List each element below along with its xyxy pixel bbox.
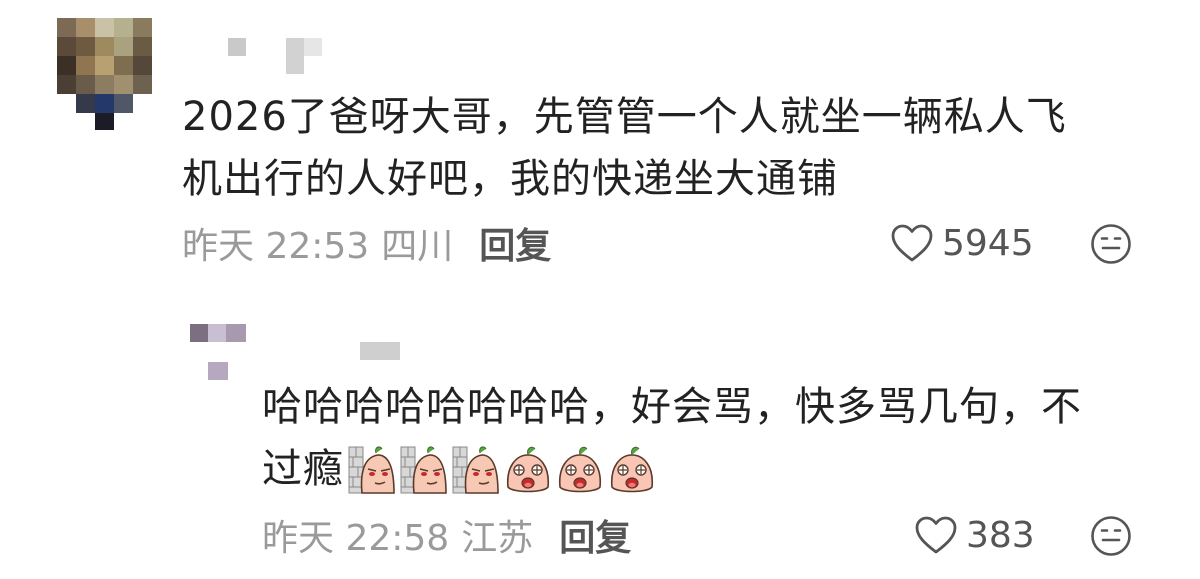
avatar-pixel: [114, 37, 133, 56]
reply-button[interactable]: 回复: [479, 217, 551, 269]
smirk-wall-sticker: [400, 446, 447, 494]
smirk-wall-sticker: [348, 446, 395, 494]
avatar-pixel: [95, 94, 114, 113]
redacted-pixel: [304, 38, 322, 56]
avatar[interactable]: [57, 18, 153, 130]
avatar-pixel: [133, 37, 152, 56]
avatar-pixel: [133, 18, 152, 37]
redacted-pixel: [286, 38, 304, 74]
avatar-pixel: [76, 56, 95, 75]
like-button[interactable]: 5945: [890, 218, 1034, 268]
avatar-pixel: [95, 75, 114, 94]
reply-text: 哈哈哈哈哈哈哈哈，好会骂，快多骂几句，不 过瘾: [262, 376, 1082, 500]
like-button[interactable]: 383: [914, 510, 1035, 560]
avatar-pixel: [76, 75, 95, 94]
redacted-pixel: [208, 362, 228, 380]
sticker-row: [348, 443, 660, 495]
avatar-pixel: [133, 94, 152, 113]
comment-time: 昨天 22:58: [262, 518, 450, 559]
avatar-pixel: [57, 94, 76, 113]
avatar-pixel: [114, 94, 133, 113]
avatar-pixel: [95, 113, 114, 130]
smirk-wall-sticker: [452, 446, 499, 494]
avatar-pixel: [76, 18, 95, 37]
redacted-pixel: [190, 324, 208, 342]
surprised-peach-sticker: [610, 446, 654, 493]
emoji-react-button[interactable]: [1090, 515, 1132, 561]
reply-text-line-with-stickers: 过瘾: [262, 438, 1082, 500]
redacted-pixel: [226, 324, 246, 342]
neutral-face-icon: [1091, 516, 1131, 556]
avatar-pixel: [114, 18, 133, 37]
avatar-pixel: [133, 75, 152, 94]
surprised-peach-sticker: [506, 446, 550, 493]
avatar-pixel: [57, 18, 76, 37]
like-count: 5945: [942, 222, 1034, 264]
avatar-pixel: [133, 56, 152, 75]
redacted-pixel: [360, 342, 400, 360]
avatar-pixel: [95, 37, 114, 56]
emoji-react-button[interactable]: [1090, 223, 1132, 269]
reply-button[interactable]: 回复: [559, 509, 631, 561]
avatar-pixel: [57, 56, 76, 75]
avatar-pixel: [95, 56, 114, 75]
surprised-peach-sticker: [558, 446, 602, 493]
avatar-pixel: [114, 75, 133, 94]
avatar-pixel: [76, 94, 95, 113]
redacted-pixel: [228, 38, 246, 56]
comment-location: 江苏: [461, 518, 534, 559]
avatar-pixel: [57, 75, 76, 94]
comment-text: 2026了爸呀大哥，先管管一个人就坐一辆私人飞 机出行的人好吧，我的快递坐大通铺: [182, 86, 1067, 210]
avatar-pixel: [57, 37, 76, 56]
avatar-pixel: [114, 56, 133, 75]
comment-meta: 昨天 22:53 四川 回复: [182, 218, 551, 268]
comment-text-line: 2026了爸呀大哥，先管管一个人就坐一辆私人飞: [182, 94, 1067, 140]
reply-text-line: 哈哈哈哈哈哈哈哈，好会骂，快多骂几句，不: [262, 384, 1082, 430]
avatar-pixel: [76, 37, 95, 56]
comment-text-line: 机出行的人好吧，我的快递坐大通铺: [182, 156, 838, 202]
heart-outline-icon: [915, 516, 957, 554]
comment-time: 昨天 22:53: [182, 226, 370, 267]
reply-text-line: 过瘾: [262, 446, 344, 492]
heart-outline-icon: [891, 224, 933, 262]
like-count: 383: [966, 514, 1035, 556]
neutral-face-icon: [1091, 224, 1131, 264]
comment-location: 四川: [381, 226, 454, 267]
avatar-pixel: [95, 18, 114, 37]
reply-meta: 昨天 22:58 江苏 回复: [262, 510, 631, 560]
redacted-pixel: [208, 324, 226, 342]
